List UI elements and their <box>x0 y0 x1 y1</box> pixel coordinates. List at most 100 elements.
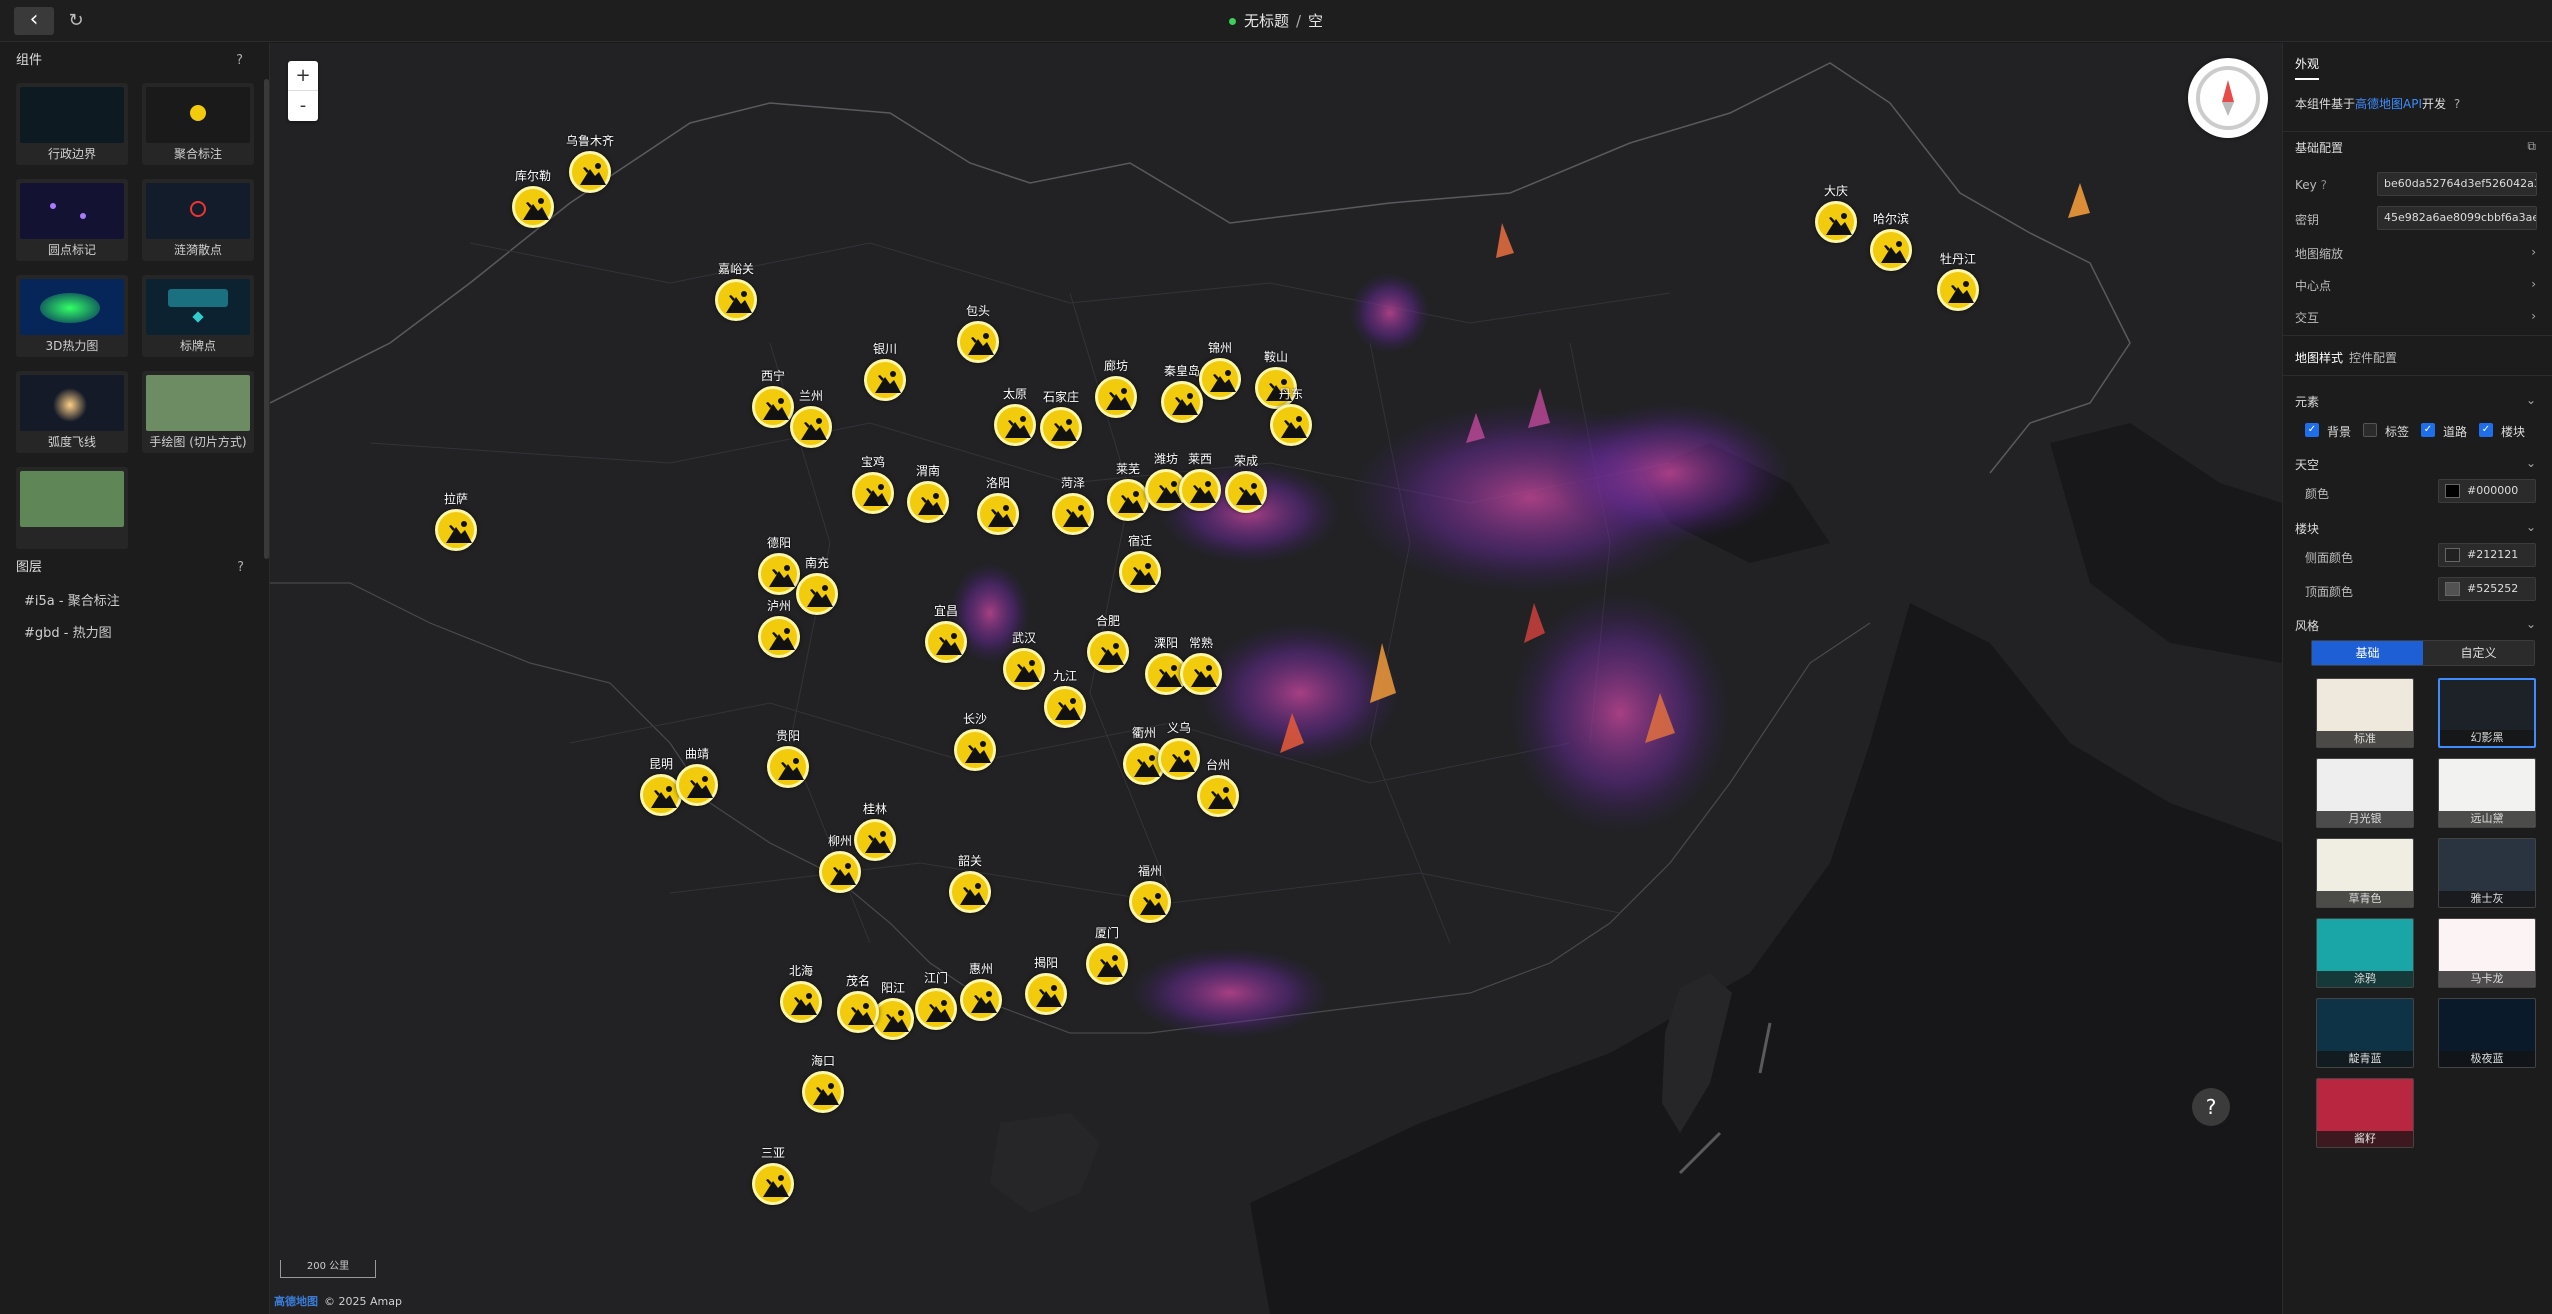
element-checkbox[interactable] <box>2363 423 2377 437</box>
component-card[interactable]: 聚合标注 <box>142 83 254 165</box>
cluster-marker[interactable]: 江门 <box>912 970 960 1040</box>
component-card[interactable]: 标牌点 <box>142 275 254 357</box>
map-style-option[interactable]: 靛青蓝 <box>2316 998 2414 1068</box>
cluster-marker[interactable]: 大庆 <box>1812 183 1860 253</box>
secret-input[interactable]: 45e982a6ae8099cbbf6a3ae8 <box>2377 206 2537 230</box>
marker-label: 包头 <box>965 304 990 318</box>
cluster-marker[interactable]: 长沙 <box>951 711 999 781</box>
component-card[interactable]: 行政边界 <box>16 83 128 165</box>
copy-icon[interactable]: ⧉ <box>2527 139 2536 154</box>
style-basic-tab[interactable]: 基础 <box>2312 641 2423 665</box>
center-row[interactable]: 中心点 <box>2295 277 2331 294</box>
cluster-marker[interactable]: 太原 <box>991 386 1039 456</box>
chevron-down-icon[interactable]: ⌄ <box>2526 520 2536 534</box>
map-style-option[interactable]: 涂鸦 <box>2316 918 2414 988</box>
side-color-input[interactable]: #212121 <box>2438 543 2536 567</box>
map-style-option[interactable]: 标准 <box>2316 678 2414 748</box>
cluster-marker[interactable]: 韶关 <box>946 853 994 923</box>
map-style-option[interactable]: 酱籽 <box>2316 1078 2414 1148</box>
style-custom-tab[interactable]: 自定义 <box>2423 641 2534 665</box>
element-checkbox[interactable]: ✓ <box>2305 423 2319 437</box>
cluster-marker[interactable]: 牡丹江 <box>1934 251 1982 321</box>
cluster-marker[interactable]: 洛阳 <box>974 475 1022 545</box>
marker-label: 宿迁 <box>1127 534 1152 548</box>
map-canvas[interactable]: + - 乌鲁木齐 库尔勒 嘉峪关 包头 银川 西宁 兰州 太原 石家庄 廊坊 秦皇岛 锦州 鞍山 丹东 大庆… <box>270 43 2282 1314</box>
component-card[interactable]: 手绘图 (切片方式) <box>142 371 254 453</box>
component-card[interactable] <box>16 467 128 549</box>
map-zoom-row[interactable]: 地图缩放 <box>2295 245 2343 262</box>
chevron-down-icon[interactable]: ⌄ <box>2526 617 2536 631</box>
cluster-marker[interactable]: 包头 <box>954 303 1002 373</box>
cluster-marker[interactable]: 宿迁 <box>1116 533 1164 603</box>
cluster-marker[interactable]: 锦州 <box>1196 340 1244 410</box>
cluster-marker[interactable]: 柳州 <box>816 833 864 903</box>
tab-control-config[interactable]: 控件配置 <box>2349 349 2397 366</box>
map-style-option[interactable]: 月光银 <box>2316 758 2414 828</box>
cluster-marker[interactable]: 乌鲁木齐 <box>566 133 614 203</box>
zoom-in-button[interactable]: + <box>288 61 318 91</box>
layer-item[interactable]: #i5a - 聚合标注 <box>0 586 270 618</box>
cluster-marker[interactable]: 嘉峪关 <box>712 261 760 331</box>
cluster-marker[interactable]: 莱西 <box>1176 451 1224 521</box>
cluster-marker[interactable]: 库尔勒 <box>509 168 557 238</box>
compass-control[interactable] <box>2188 58 2268 138</box>
chevron-down-icon[interactable]: ⌄ <box>2526 456 2536 470</box>
left-scrollbar[interactable] <box>264 79 269 559</box>
cluster-marker[interactable]: 银川 <box>861 341 909 411</box>
cluster-marker[interactable]: 哈尔滨 <box>1867 211 1915 281</box>
map-style-option[interactable]: 幻影黑 <box>2438 678 2536 748</box>
cluster-marker[interactable]: 拉萨 <box>432 491 480 561</box>
cluster-marker[interactable]: 常熟 <box>1177 635 1225 705</box>
layer-item[interactable]: #gbd - 热力图 <box>0 618 270 650</box>
cluster-marker[interactable]: 丹东 <box>1267 386 1315 456</box>
zoom-out-button[interactable]: - <box>288 91 318 121</box>
cluster-marker[interactable]: 茂名 <box>834 973 882 1043</box>
cluster-marker[interactable]: 三亚 <box>749 1145 797 1215</box>
cluster-marker[interactable]: 石家庄 <box>1037 389 1085 459</box>
cluster-marker[interactable]: 兰州 <box>787 388 835 458</box>
layers-help-icon[interactable]: ? <box>237 550 244 586</box>
cluster-marker[interactable]: 菏泽 <box>1049 475 1097 545</box>
map-help-button[interactable]: ? <box>2192 1088 2230 1126</box>
cluster-marker[interactable]: 海口 <box>799 1053 847 1123</box>
cluster-marker[interactable]: 北海 <box>777 963 825 1033</box>
cluster-marker[interactable]: 宝鸡 <box>849 454 897 524</box>
api-note-prefix: 本组件基于 <box>2295 97 2356 111</box>
cluster-marker[interactable]: 贵阳 <box>764 728 812 798</box>
cluster-marker[interactable]: 揭阳 <box>1022 955 1070 1025</box>
api-help-icon[interactable]: ? <box>2454 97 2460 111</box>
cluster-marker[interactable]: 荣成 <box>1222 453 1270 523</box>
component-card[interactable]: 弧度飞线 <box>16 371 128 453</box>
tab-appearance[interactable]: 外观 <box>2295 55 2320 80</box>
cluster-marker[interactable]: 泸州 <box>755 598 803 668</box>
component-card[interactable]: 涟漪散点 <box>142 179 254 261</box>
cluster-marker[interactable]: 台州 <box>1194 757 1242 827</box>
map-style-option[interactable]: 草青色 <box>2316 838 2414 908</box>
chevron-down-icon[interactable]: ⌄ <box>2526 393 2536 407</box>
cluster-marker[interactable]: 惠州 <box>957 961 1005 1031</box>
map-style-option[interactable]: 远山黛 <box>2438 758 2536 828</box>
tab-map-style[interactable]: 地图样式 <box>2295 349 2343 366</box>
element-checkbox[interactable]: ✓ <box>2479 423 2493 437</box>
cluster-marker[interactable]: 宜昌 <box>922 603 970 673</box>
amap-api-link[interactable]: 高德地图API <box>2355 97 2422 111</box>
map-style-option[interactable]: 雅士灰 <box>2438 838 2536 908</box>
cluster-marker[interactable]: 福州 <box>1126 863 1174 933</box>
components-help-icon[interactable]: ? <box>236 43 243 79</box>
cluster-marker[interactable]: 廊坊 <box>1092 358 1140 428</box>
top-color-input[interactable]: #525252 <box>2438 577 2536 601</box>
element-checkbox[interactable]: ✓ <box>2421 423 2435 437</box>
cluster-marker[interactable]: 曲靖 <box>673 746 721 816</box>
cluster-marker[interactable]: 九江 <box>1041 668 1089 738</box>
interaction-row[interactable]: 交互 <box>2295 309 2319 326</box>
component-card[interactable]: 圆点标记 <box>16 179 128 261</box>
cluster-marker[interactable]: 渭南 <box>904 463 952 533</box>
cluster-marker[interactable]: 合肥 <box>1084 613 1132 683</box>
key-input[interactable]: be60da52764d3ef526042a39 <box>2377 172 2537 196</box>
map-style-option[interactable]: 马卡龙 <box>2438 918 2536 988</box>
map-style-option[interactable]: 极夜蓝 <box>2438 998 2536 1068</box>
construction-icon <box>802 1071 844 1113</box>
sky-color-input[interactable]: #000000 <box>2438 479 2536 503</box>
cluster-marker[interactable]: 厦门 <box>1083 925 1131 995</box>
component-card[interactable]: 3D热力图 <box>16 275 128 357</box>
